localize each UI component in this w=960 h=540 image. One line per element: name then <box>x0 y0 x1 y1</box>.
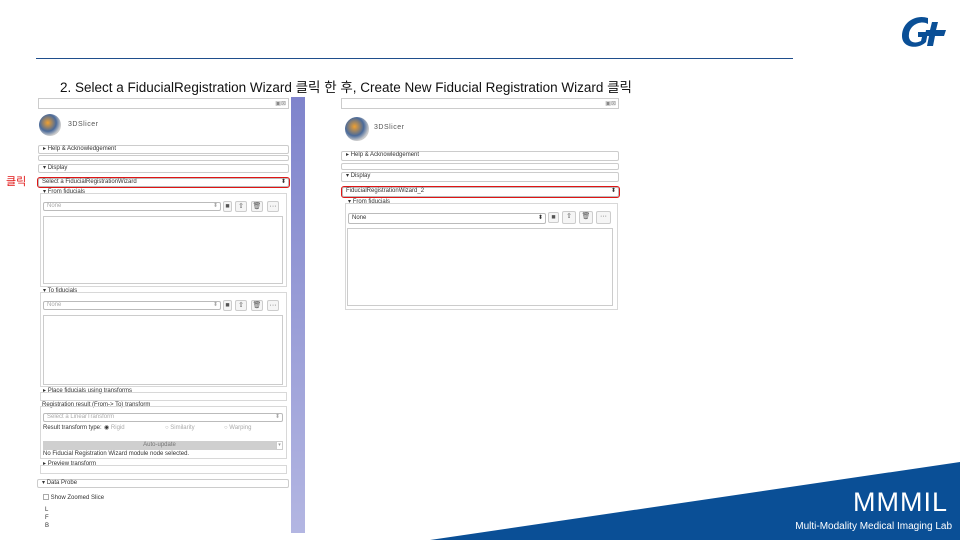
display-label: Display <box>350 173 371 179</box>
from-fiducials-table[interactable] <box>43 216 283 284</box>
similarity-label: Similarity <box>170 425 195 431</box>
to-fiducials-table[interactable] <box>43 315 283 385</box>
delete-button[interactable]: 🗑 <box>579 211 593 224</box>
rigid-label: Rigid <box>110 425 125 431</box>
from-fiducials-selector[interactable]: None ⬍ <box>43 202 221 211</box>
preview-group <box>40 465 287 474</box>
selector-value: Select a FiducialRegistrationWizard <box>42 179 137 185</box>
panel-titlebar: ▣⊠ <box>38 98 289 109</box>
dock-close-icon[interactable]: ▣⊠ <box>275 100 286 107</box>
result-type-label: Result transform type: <box>43 425 102 431</box>
visibility-button[interactable]: ■ <box>223 201 232 212</box>
slide-title: 2. Select a FiducialRegistration Wizard … <box>60 80 632 95</box>
place-fiducial-button[interactable]: ⇧ <box>562 211 576 224</box>
radio-warping[interactable]: ○ Warping <box>224 424 251 433</box>
lab-full-name: Multi-Modality Medical Imaging Lab <box>795 521 952 532</box>
status-text: No Fiducial Registration Wizard module n… <box>43 451 190 457</box>
delete-button[interactable]: 🗑 <box>251 300 263 311</box>
place-fiducial-button[interactable]: ⇧ <box>235 201 247 212</box>
show-zoomed-label: Show Zoomed Slice <box>50 495 105 501</box>
from-value: None <box>352 215 367 221</box>
more-button[interactable]: ··· <box>267 201 279 212</box>
from-value: None <box>47 203 62 209</box>
visibility-button[interactable]: ■ <box>548 212 559 223</box>
checkbox-icon <box>43 494 49 501</box>
to-fiducials-selector[interactable]: None ⬍ <box>43 301 221 310</box>
delete-button[interactable]: 🗑 <box>251 201 263 212</box>
help-section-toggle[interactable]: ▸ Help & Acknowledgement <box>341 151 619 161</box>
place-fiducials-group <box>40 392 287 401</box>
panel-titlebar: ▣⊠ <box>341 98 619 109</box>
dock-close-icon[interactable]: ▣⊠ <box>605 100 616 107</box>
slicer-module-panel-right: ▣⊠ 3DSlicer ▸ Help & Acknowledgement ▾ D… <box>341 97 620 312</box>
slicer-logo-icon <box>345 117 369 141</box>
slicer-logo-icon <box>39 114 61 136</box>
help-section-toggle[interactable]: ▸ Help & Acknowledgement <box>38 145 289 154</box>
lab-name: MMMIL <box>853 487 948 517</box>
coord-b: B <box>45 523 50 529</box>
place-fiducial-button[interactable]: ⇧ <box>235 300 247 311</box>
selector-value: FiducialRegistrationWizard_2 <box>346 188 425 194</box>
header-divider <box>36 58 793 59</box>
app-name: 3DSlicer <box>374 124 405 131</box>
display-section-toggle[interactable]: ▾ Display <box>38 164 289 173</box>
warping-label: Warping <box>229 425 252 431</box>
help-label: Help & Acknowledgement <box>350 152 420 158</box>
to-value: None <box>47 302 62 308</box>
radio-similarity[interactable]: ○ Similarity <box>165 424 195 433</box>
spin-icon: ⬍ <box>212 302 218 308</box>
display-section-toggle[interactable]: ▾ Display <box>341 172 619 182</box>
auto-update-button[interactable]: Auto-update <box>43 441 276 450</box>
show-zoomed-checkbox[interactable]: Show Zoomed Slice <box>43 494 104 503</box>
transform-placeholder: Select a LinearTransform <box>47 414 115 420</box>
data-probe-label: Data Probe <box>46 480 78 486</box>
display-label: Display <box>47 165 68 171</box>
help-section-body <box>341 163 619 170</box>
auto-update-dropdown[interactable]: ▾ <box>276 441 283 450</box>
data-probe-toggle[interactable]: ▾ Data Probe <box>37 479 289 488</box>
more-button[interactable]: ··· <box>267 300 279 311</box>
radio-rigid[interactable]: ◉ Rigid <box>104 424 125 433</box>
from-fiducials-table[interactable] <box>347 228 613 306</box>
help-label: Help & Acknowledgement <box>47 146 117 152</box>
click-annotation: 클릭 <box>6 176 27 188</box>
wizard-node-selector[interactable]: FiducialRegistrationWizard_2 ⬍ <box>341 186 620 198</box>
app-name: 3DSlicer <box>68 121 99 128</box>
help-section-body <box>38 155 289 161</box>
visibility-button[interactable]: ■ <box>223 300 232 311</box>
wizard-node-selector[interactable]: Select a FiducialRegistrationWizard ⬍ <box>37 177 290 188</box>
from-fiducials-selector[interactable]: None ⬍ <box>348 213 546 224</box>
spin-icon: ⬍ <box>537 215 543 221</box>
spin-icon: ⬍ <box>212 203 218 209</box>
transform-selector[interactable]: Select a LinearTransform ⬍ <box>43 413 283 422</box>
slicer-module-panel-left: ▣⊠ 3DSlicer ▸ Help & Acknowledgement ▾ D… <box>37 97 291 533</box>
spin-icon: ⬍ <box>610 188 616 194</box>
more-button[interactable]: ··· <box>596 211 611 224</box>
view-area-scrollbar[interactable] <box>291 97 305 533</box>
spin-icon: ⬍ <box>274 414 280 420</box>
spin-icon: ⬍ <box>280 179 286 185</box>
lab-logo <box>902 16 946 47</box>
